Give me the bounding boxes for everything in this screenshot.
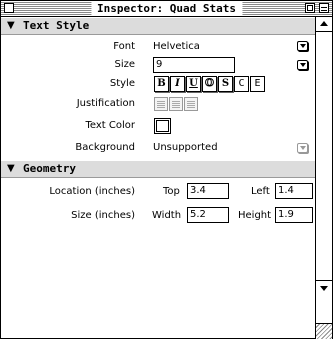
outline-button[interactable]: O: [202, 76, 217, 92]
height-label: Height: [238, 210, 272, 221]
top-field[interactable]: 3.4: [187, 183, 229, 199]
scroll-track[interactable]: [316, 32, 332, 280]
disclosure-triangle-icon[interactable]: ▼: [7, 161, 15, 177]
width-field[interactable]: 5.2: [187, 207, 229, 223]
zoom-box-icon[interactable]: [305, 3, 315, 13]
bold-button[interactable]: B: [154, 76, 169, 92]
background-popup-icon: [297, 143, 308, 153]
scroll-up-arrow-icon[interactable]: [316, 17, 332, 32]
justification-button-group: [154, 97, 204, 113]
size-popup-icon[interactable]: [297, 60, 308, 70]
close-box-icon[interactable]: [4, 3, 14, 13]
extend-button[interactable]: E: [250, 76, 265, 92]
window-title: Inspector: Quad Stats: [90, 1, 243, 16]
scroll-down-arrow-icon[interactable]: [316, 280, 332, 296]
justify-center-icon[interactable]: [169, 97, 183, 111]
background-label: Background: [75, 142, 135, 153]
resize-grip-icon[interactable]: [316, 323, 332, 339]
section-header-text-style[interactable]: ▼ Text Style: [1, 17, 315, 35]
style-label: Style: [109, 78, 135, 89]
inspector-window: Inspector: Quad Stats ▼ Text Style Font …: [0, 0, 333, 339]
disclosure-triangle-icon[interactable]: ▼: [7, 18, 15, 34]
font-popup-icon[interactable]: [297, 41, 308, 51]
vertical-scrollbar[interactable]: [316, 17, 332, 338]
location-label: Location (inches): [49, 186, 135, 197]
text-color-label: Text Color: [85, 120, 135, 131]
collapse-box-icon[interactable]: [319, 3, 329, 13]
justify-left-icon[interactable]: [154, 97, 168, 111]
justify-right-icon[interactable]: [184, 97, 198, 111]
height-field[interactable]: 1.9: [275, 207, 313, 223]
left-label: Left: [251, 186, 270, 197]
left-field[interactable]: 1.4: [275, 183, 313, 199]
size-inches-label: Size (inches): [71, 210, 135, 221]
size-field[interactable]: 9: [153, 57, 235, 73]
font-value[interactable]: Helvetica: [153, 41, 200, 52]
width-label: Width: [152, 210, 182, 221]
condense-button[interactable]: C: [234, 76, 249, 92]
section-title: Text Style: [23, 19, 90, 32]
justification-label: Justification: [76, 98, 135, 109]
text-color-swatch[interactable]: [154, 118, 171, 134]
top-label: Top: [163, 186, 180, 197]
font-label: Font: [113, 41, 135, 52]
underline-button[interactable]: U: [186, 76, 201, 92]
section-title: Geometry: [23, 162, 76, 175]
title-bar[interactable]: Inspector: Quad Stats: [1, 1, 332, 17]
size-label: Size: [114, 59, 135, 70]
inspector-content: ▼ Text Style Font Helvetica Size 9 Style…: [1, 17, 316, 338]
background-value: Unsupported: [153, 142, 218, 153]
style-button-group: B I U O S C E: [154, 76, 314, 94]
section-header-geometry[interactable]: ▼ Geometry: [1, 160, 315, 178]
italic-button[interactable]: I: [170, 76, 185, 92]
shadow-button[interactable]: S: [218, 76, 233, 92]
